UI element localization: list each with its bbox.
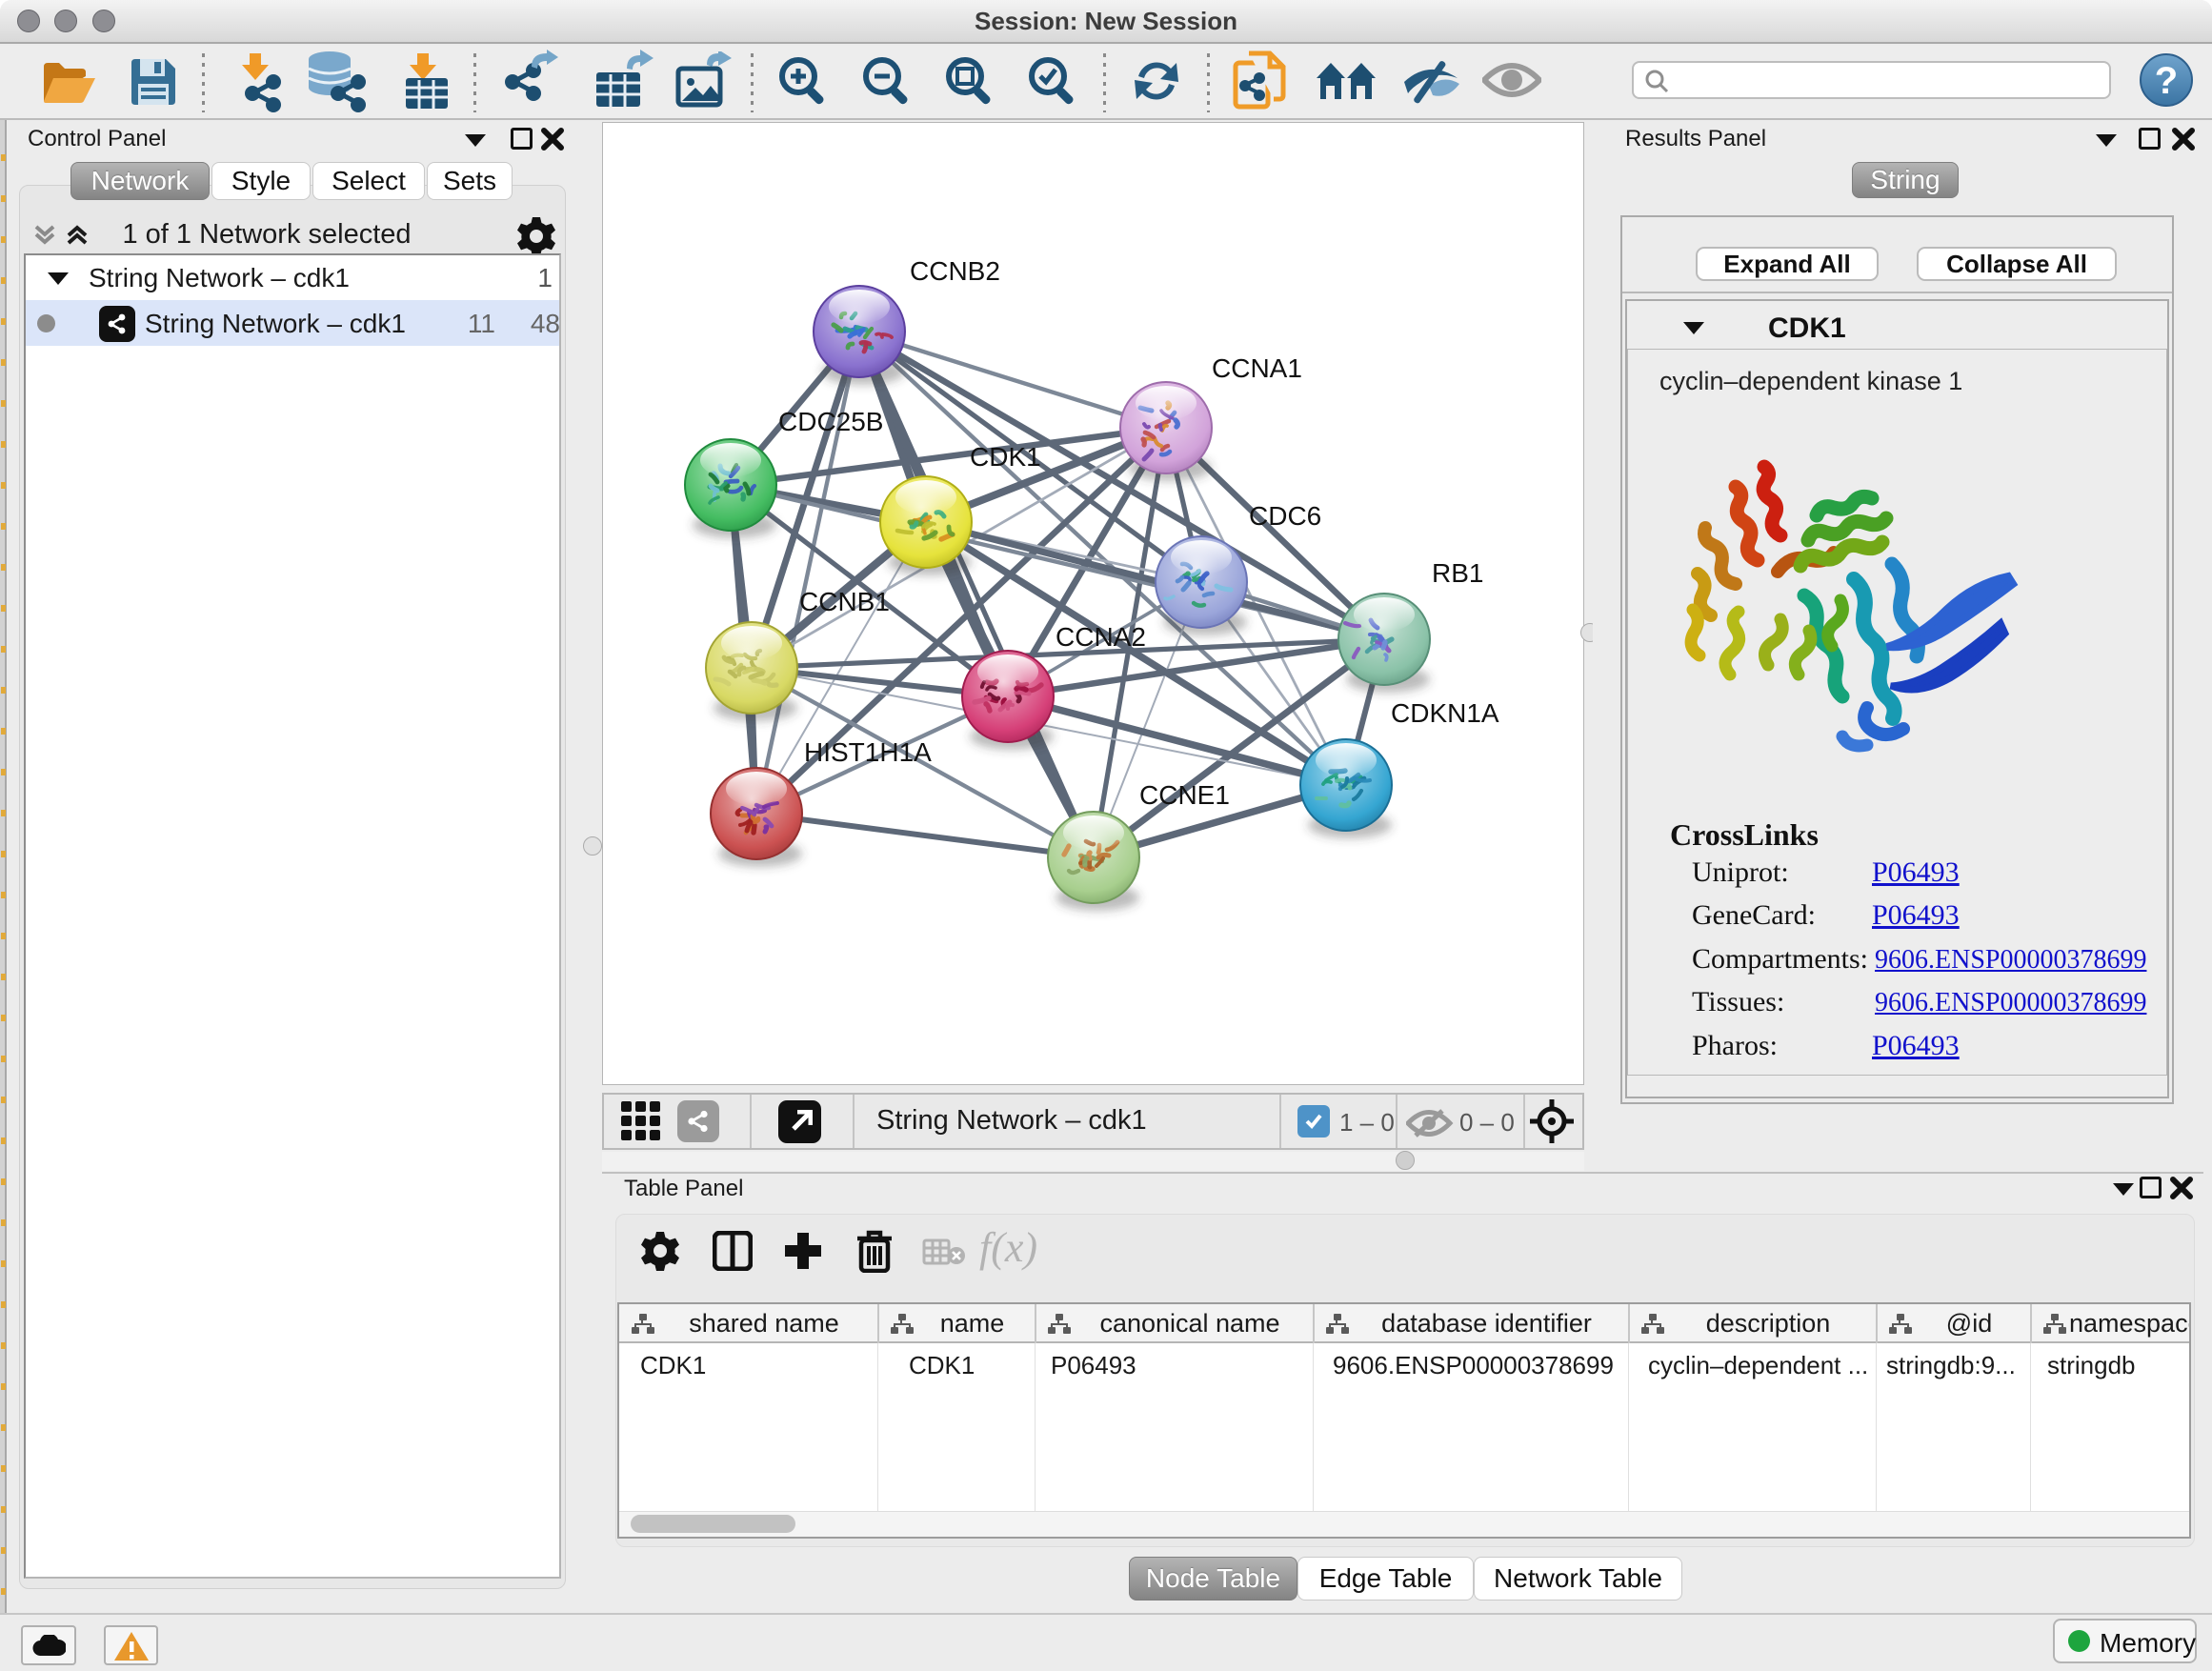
svg-text:CCNA1: CCNA1 xyxy=(1212,353,1302,383)
svg-text:CDK1: CDK1 xyxy=(970,442,1041,472)
svg-text:CCNE1: CCNE1 xyxy=(1139,780,1230,810)
svg-text:HIST1H1A: HIST1H1A xyxy=(804,737,932,767)
svg-text:CDC6: CDC6 xyxy=(1249,501,1321,531)
svg-text:CCNB1: CCNB1 xyxy=(799,587,890,616)
svg-text:RB1: RB1 xyxy=(1432,558,1483,588)
svg-text:CCNA2: CCNA2 xyxy=(1056,622,1146,652)
svg-text:CCNB2: CCNB2 xyxy=(910,256,1000,286)
svg-text:CDC25B: CDC25B xyxy=(778,407,883,436)
svg-text:CDKN1A: CDKN1A xyxy=(1391,698,1499,728)
